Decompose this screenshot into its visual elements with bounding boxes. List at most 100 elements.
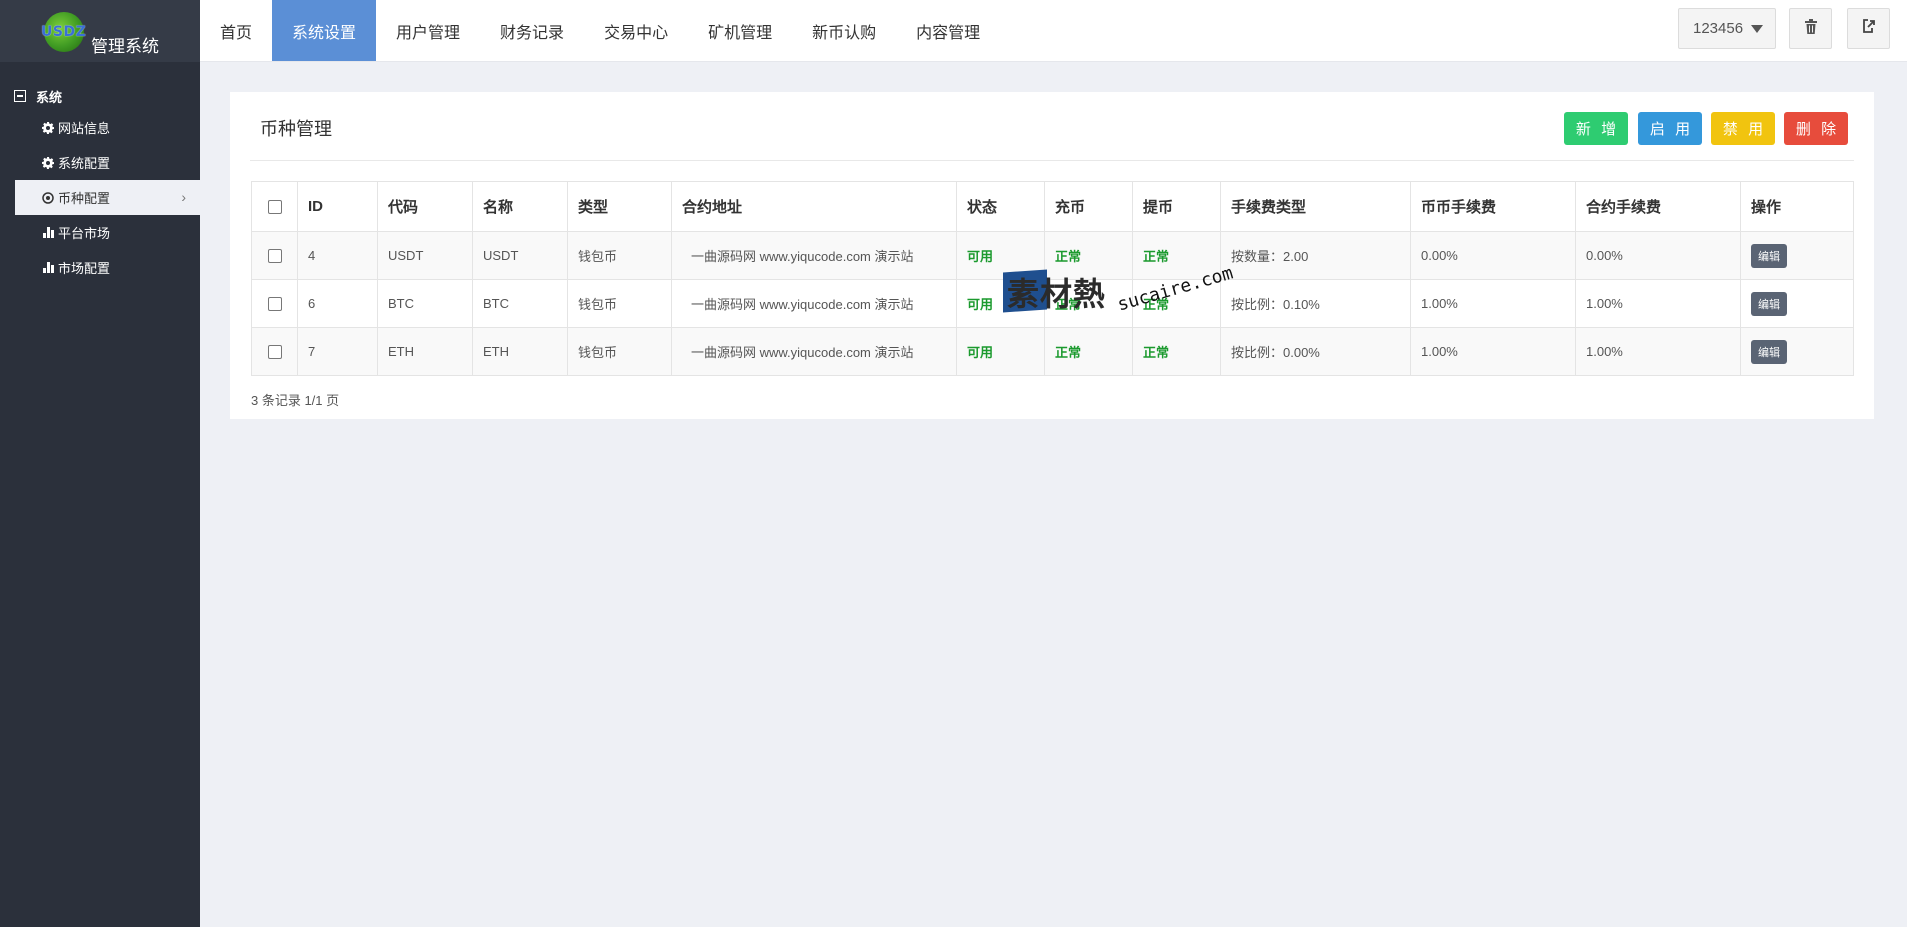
row-select-cell <box>251 327 298 376</box>
bar-chart-icon <box>41 227 55 238</box>
sidebar-item-coin-config[interactable]: 币种配置 › <box>15 180 200 215</box>
column-header-name: 名称 <box>472 181 568 232</box>
sidebar-group-system[interactable]: 系统 <box>0 82 200 110</box>
cell-address: 一曲源码网 www.yiqucode.com 演示站 <box>671 231 957 280</box>
cell-fee-type: 按比例：0.10% <box>1220 279 1411 328</box>
cell-address: 一曲源码网 www.yiqucode.com 演示站 <box>671 279 957 328</box>
add-button[interactable]: 新 增 <box>1564 112 1628 145</box>
cell-actions: 编辑 <box>1740 327 1854 376</box>
cell-spot-fee: 0.00% <box>1410 231 1576 280</box>
cell-withdraw: 正常 <box>1132 327 1221 376</box>
delete-button[interactable]: 删 除 <box>1784 112 1848 145</box>
tab-system-settings[interactable]: 系统设置 <box>272 0 377 61</box>
sidebar-item-site-info[interactable]: 网站信息 <box>15 110 200 145</box>
sidebar-item-market-config[interactable]: 市场配置 <box>15 250 200 285</box>
column-header-deposit: 充币 <box>1044 181 1133 232</box>
cell-status: 可用 <box>956 279 1045 328</box>
table-header-row: ID 代码 名称 类型 合约地址 状态 充币 提币 手续费类型 币币手续费 合约… <box>251 181 1854 232</box>
cell-name: BTC <box>472 279 568 328</box>
cell-spot-fee: 1.00% <box>1410 327 1576 376</box>
tab-new-coin-subscription[interactable]: 新币认购 <box>792 0 896 61</box>
edit-button[interactable]: 编辑 <box>1751 243 1787 268</box>
tab-trading-center[interactable]: 交易中心 <box>584 0 688 61</box>
tab-content-management[interactable]: 内容管理 <box>896 0 1000 61</box>
cell-fee-type: 按数量：2.00 <box>1220 231 1411 280</box>
cell-code: USDT <box>377 231 473 280</box>
sidebar: USDZ 管理系统 系统 网站信息 系统配置 币种配置 › 平台市场 市场配置 <box>0 0 200 927</box>
enable-button[interactable]: 启 用 <box>1638 112 1702 145</box>
caret-down-icon <box>1751 24 1764 33</box>
column-header-code: 代码 <box>377 181 473 232</box>
column-header-actions: 操作 <box>1740 181 1854 232</box>
tab-miner-management[interactable]: 矿机管理 <box>688 0 792 61</box>
tab-home[interactable]: 首页 <box>200 0 272 61</box>
column-header-status: 状态 <box>956 181 1045 232</box>
cell-type: 钱包币 <box>567 279 672 328</box>
cell-actions: 编辑 <box>1740 279 1854 328</box>
divider <box>250 160 1854 161</box>
cell-type: 钱包币 <box>567 327 672 376</box>
table-row: 7 ETH ETH 钱包币 一曲源码网 www.yiqucode.com 演示站… <box>251 327 1854 376</box>
top-navbar: 首页 系统设置 用户管理 财务记录 交易中心 矿机管理 新币认购 内容管理 12… <box>200 0 1907 62</box>
row-checkbox[interactable] <box>267 249 282 264</box>
sidebar-item-label: 网站信息 <box>58 121 111 136</box>
sidebar-item-label: 系统配置 <box>58 156 111 171</box>
cell-contract-fee: 1.00% <box>1575 327 1741 376</box>
sidebar-item-platform-market[interactable]: 平台市场 <box>15 215 200 250</box>
row-select-cell <box>251 231 298 280</box>
logout-button[interactable] <box>1847 8 1890 49</box>
table-row: 4 USDT USDT 钱包币 一曲源码网 www.yiqucode.com 演… <box>251 231 1854 280</box>
coin-management-panel: 币种管理 新 增 启 用 禁 用 删 除 ID 代码 名称 类型 合约地址 状态… <box>230 92 1874 419</box>
disable-button[interactable]: 禁 用 <box>1711 112 1775 145</box>
app-title: 管理系统 <box>91 37 159 56</box>
logout-icon <box>1862 19 1876 38</box>
tab-finance-records[interactable]: 财务记录 <box>480 0 584 61</box>
cell-code: ETH <box>377 327 473 376</box>
user-dropdown[interactable]: 123456 <box>1678 8 1776 49</box>
gear-icon <box>41 156 55 169</box>
bar-chart-icon <box>41 262 55 273</box>
cell-address: 一曲源码网 www.yiqucode.com 演示站 <box>671 327 957 376</box>
cell-deposit: 正常 <box>1044 327 1133 376</box>
cell-id: 4 <box>297 231 378 280</box>
sidebar-item-system-config[interactable]: 系统配置 <box>15 145 200 180</box>
circle-dot-icon <box>41 191 55 204</box>
column-header-withdraw: 提币 <box>1132 181 1221 232</box>
sidebar-item-label: 市场配置 <box>58 261 111 276</box>
select-all-cell <box>251 181 298 232</box>
column-header-type: 类型 <box>567 181 672 232</box>
cell-fee-type: 按比例：0.00% <box>1220 327 1411 376</box>
clear-cache-button[interactable] <box>1789 8 1832 49</box>
gear-icon <box>41 121 55 134</box>
column-header-contract-fee: 合约手续费 <box>1575 181 1741 232</box>
row-checkbox[interactable] <box>267 345 282 360</box>
cell-contract-fee: 1.00% <box>1575 279 1741 328</box>
cell-id: 7 <box>297 327 378 376</box>
edit-button[interactable]: 编辑 <box>1751 291 1787 316</box>
tab-user-management[interactable]: 用户管理 <box>376 0 480 61</box>
record-count: 3 条记录 1/1 页 <box>251 393 340 408</box>
select-all-checkbox[interactable] <box>267 200 282 215</box>
collapse-icon <box>14 90 26 102</box>
cell-withdraw: 正常 <box>1132 231 1221 280</box>
cell-status: 可用 <box>956 327 1045 376</box>
cell-id: 6 <box>297 279 378 328</box>
cell-deposit: 正常 <box>1044 279 1133 328</box>
cell-name: USDT <box>472 231 568 280</box>
column-header-contract-address: 合约地址 <box>671 181 957 232</box>
cell-status: 可用 <box>956 231 1045 280</box>
table-row: 6 BTC BTC 钱包币 一曲源码网 www.yiqucode.com 演示站… <box>251 279 1854 328</box>
cell-type: 钱包币 <box>567 231 672 280</box>
row-select-cell <box>251 279 298 328</box>
logo: USDZ 管理系统 <box>0 0 200 62</box>
column-header-spot-fee: 币币手续费 <box>1410 181 1576 232</box>
logo-mark: USDZ <box>41 24 87 40</box>
cell-name: ETH <box>472 327 568 376</box>
edit-button[interactable]: 编辑 <box>1751 339 1787 364</box>
page-title: 币种管理 <box>260 119 332 139</box>
sidebar-group: 系统 网站信息 系统配置 币种配置 › 平台市场 市场配置 <box>0 62 200 285</box>
row-checkbox[interactable] <box>267 297 282 312</box>
cell-code: BTC <box>377 279 473 328</box>
trash-icon <box>1804 18 1818 39</box>
sidebar-item-label: 币种配置 <box>58 191 111 206</box>
